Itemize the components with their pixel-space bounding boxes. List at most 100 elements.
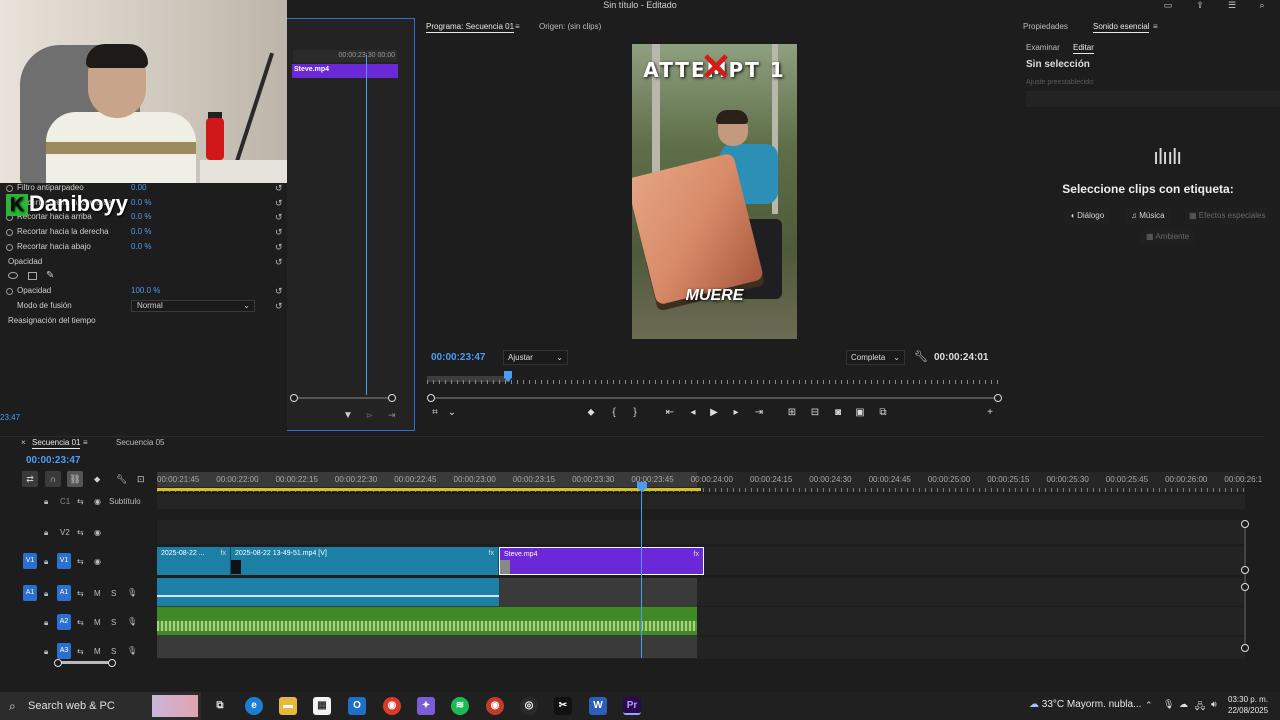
program-ruler[interactable]	[427, 370, 1002, 384]
tab-sequence-05[interactable]: Secuencia 05	[116, 438, 164, 448]
ellipse-mask-icon[interactable]	[8, 272, 18, 279]
weather-widget[interactable]: ☁ 33°C Mayorm. nubla...	[1029, 699, 1141, 710]
camera-icon[interactable]: ◙	[831, 407, 845, 418]
timeline-playhead[interactable]	[641, 490, 642, 658]
ambience-button[interactable]: ▦ Ambiente	[1140, 229, 1196, 245]
mini-ruler[interactable]: 00:00:23:30 00:00	[293, 50, 397, 62]
timeline-horizontal-scrollbar[interactable]	[55, 661, 113, 664]
chrome-icon[interactable]: ◉	[383, 697, 401, 715]
program-current-time[interactable]: 00:00:23:47	[431, 352, 485, 363]
obs-icon[interactable]: ◎	[520, 697, 538, 715]
solo-button[interactable]: S	[111, 618, 116, 627]
safe-margins-icon[interactable]: ⌗	[428, 407, 442, 418]
spotify-icon[interactable]: ≋	[451, 697, 469, 715]
program-zoom-bar[interactable]	[434, 397, 998, 399]
mark-out-icon[interactable]: }	[628, 407, 642, 418]
track-c1[interactable]	[157, 494, 1245, 509]
track-target-a2[interactable]: A2	[57, 614, 71, 630]
taskbar-clock[interactable]: 03:30 p. m. 22/08/2025	[1228, 694, 1268, 716]
zoom-fit-select[interactable]: Ajustar ⌄	[503, 350, 568, 365]
video-frame[interactable]: ATTEMPT 1 ✕ MUERE	[632, 44, 797, 339]
go-to-out-icon[interactable]: ⇥	[752, 407, 766, 418]
sync-lock-icon[interactable]: ⇆	[77, 647, 84, 656]
tab-sequence-01[interactable]: Secuencia 01	[32, 438, 81, 449]
network-icon[interactable]: 🖧︎	[1195, 699, 1205, 715]
preset-dropdown[interactable]	[1026, 91, 1280, 107]
track-v2[interactable]	[157, 520, 1245, 544]
sync-lock-icon[interactable]: ⇆	[77, 618, 84, 627]
comparison-icon[interactable]: ▣	[853, 407, 867, 418]
source-patch-v1[interactable]: V1	[23, 553, 37, 569]
reset-icon[interactable]: ↺	[275, 284, 283, 298]
settings-chevron-icon[interactable]: ⌄	[445, 407, 459, 418]
file-explorer-icon[interactable]: ▬	[279, 697, 297, 715]
onedrive-icon[interactable]: ☁	[1179, 699, 1188, 710]
edge-icon[interactable]: e	[245, 697, 263, 715]
step-forward-icon[interactable]: ▸	[729, 407, 743, 418]
snap-icon[interactable]: ∩	[45, 471, 61, 487]
share-icon[interactable]: ⇪	[1194, 0, 1206, 11]
dialogue-button[interactable]: ◖ Diálogo	[1064, 208, 1111, 224]
mini-scroll-right-handle[interactable]	[388, 394, 396, 402]
work-area-bar[interactable]	[157, 488, 701, 491]
reset-icon[interactable]: ↺	[275, 255, 283, 269]
tab-essential-sound[interactable]: Sonido esencial	[1093, 22, 1150, 33]
track-target-v1[interactable]: V1	[57, 553, 71, 569]
reset-icon[interactable]: ↺	[275, 196, 283, 210]
lock-icon[interactable]: 🔒︎	[44, 589, 48, 599]
play-icon[interactable]: ▶	[707, 407, 721, 418]
solo-button[interactable]: S	[111, 647, 116, 656]
resolution-select[interactable]: Completa ⌄	[846, 350, 905, 365]
fx-value[interactable]: 0.00	[131, 181, 147, 195]
menu-icon[interactable]: ☰	[1226, 0, 1238, 11]
mark-in-icon[interactable]: {	[607, 407, 621, 418]
sync-lock-icon[interactable]: ⇆	[77, 528, 84, 537]
tab-source[interactable]: Origen: (sin clips)	[539, 22, 601, 32]
pen-mask-icon[interactable]: ✎	[46, 270, 54, 281]
fx-value[interactable]: 0.0 %	[131, 196, 151, 210]
export-icon[interactable]: ⇥	[388, 410, 396, 421]
lock-icon[interactable]: 🔒︎	[44, 497, 48, 507]
h-scroll-right-handle[interactable]	[108, 659, 116, 667]
video-clip[interactable]: 2025-08-22 13-49-51.mp4 [V] fx	[231, 547, 499, 575]
a-scroll-handle[interactable]	[1241, 644, 1249, 652]
reset-icon[interactable]: ↺	[275, 240, 283, 254]
close-tab-icon[interactable]: ×	[21, 438, 26, 447]
video-clip[interactable]: 2025-08-22 ... fx	[157, 547, 231, 575]
tab-menu-icon[interactable]: ≡	[83, 438, 88, 447]
lift-icon[interactable]: ⊞	[785, 407, 799, 418]
fx-value[interactable]: 0.0 %	[131, 225, 151, 239]
sync-lock-icon[interactable]: ⇆	[77, 589, 84, 598]
add-marker-icon[interactable]: ⬥	[584, 407, 598, 418]
ripple-icon[interactable]: ⊳	[366, 411, 373, 420]
captions-icon[interactable]: ⊡	[137, 474, 145, 485]
word-icon[interactable]: W	[589, 697, 607, 715]
filter-icon[interactable]: ▼	[343, 410, 353, 421]
music-button[interactable]: ♫ Música	[1125, 208, 1171, 224]
task-view-icon[interactable]: ⧉	[211, 697, 229, 715]
a-scroll-handle[interactable]	[1241, 583, 1249, 591]
stopwatch-icon[interactable]	[6, 288, 13, 295]
volume-icon[interactable]: 🔊︎	[1211, 699, 1217, 710]
stopwatch-icon[interactable]	[6, 244, 13, 251]
track-target-a3[interactable]: A3	[57, 643, 71, 659]
rect-mask-icon[interactable]	[28, 272, 37, 280]
fx-value[interactable]: 0.0 %	[131, 240, 151, 254]
add-marker-icon[interactable]: ⬥	[94, 474, 100, 485]
mini-scroll-left-handle[interactable]	[290, 394, 298, 402]
reset-icon[interactable]: ↺	[275, 210, 283, 224]
outlook-icon[interactable]: O	[348, 697, 366, 715]
mute-button[interactable]: M	[94, 589, 101, 598]
stopwatch-icon[interactable]	[6, 229, 13, 236]
mute-button[interactable]: M	[94, 618, 101, 627]
eye-icon[interactable]: ◉	[94, 557, 101, 566]
track-target-a1[interactable]: A1	[57, 585, 71, 601]
lock-icon[interactable]: 🔒︎	[44, 528, 48, 538]
microphone-icon[interactable]: 🎙︎	[1163, 699, 1174, 710]
wrench-icon[interactable]: 🔧︎	[914, 350, 928, 363]
mute-button[interactable]: M	[94, 647, 101, 656]
capcut-icon[interactable]: ✂	[554, 697, 572, 715]
mini-scrollbar[interactable]	[293, 397, 393, 399]
tab-properties[interactable]: Propiedades	[1023, 22, 1068, 32]
program-zoom-left-handle[interactable]	[427, 394, 435, 402]
